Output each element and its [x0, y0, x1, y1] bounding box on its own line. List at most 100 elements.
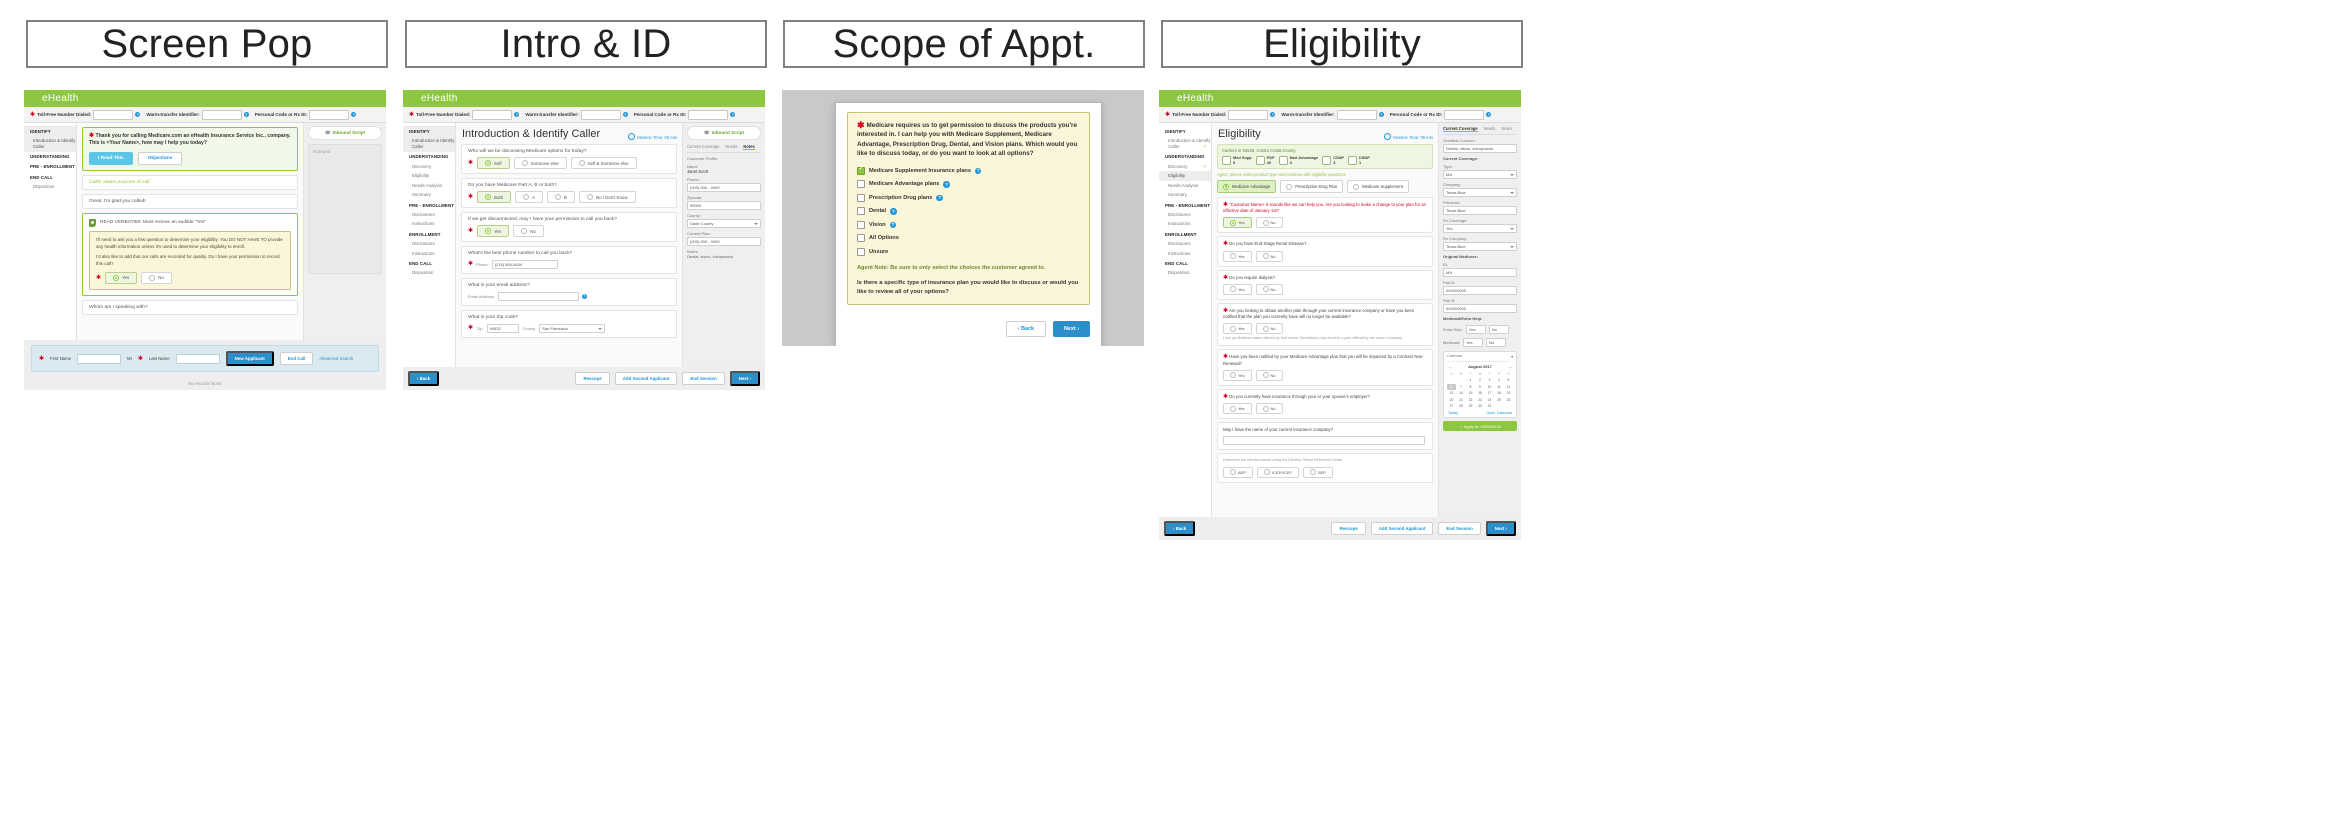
- q5-no[interactable]: No: [1255, 369, 1283, 381]
- help-icon[interactable]: ?: [943, 181, 950, 188]
- help-icon[interactable]: ?: [514, 112, 520, 117]
- part-a-input[interactable]: 00/00/0000: [1443, 286, 1517, 295]
- tab-notes[interactable]: Notes: [743, 144, 755, 150]
- type-select[interactable]: MA: [1443, 170, 1517, 179]
- cal-day[interactable]: 26: [1504, 397, 1513, 403]
- nav-item-disclosures-2[interactable]: Disclosures: [403, 239, 455, 249]
- county-select[interactable]: Dade County: [687, 219, 761, 228]
- cal-day[interactable]: 13: [1447, 390, 1456, 396]
- q1-no[interactable]: No: [1255, 217, 1283, 229]
- help-icon[interactable]: ?: [351, 112, 357, 117]
- extra-help-no[interactable]: No: [1488, 325, 1509, 334]
- cal-day[interactable]: 21: [1457, 397, 1466, 403]
- q4-yes[interactable]: Yes: [1223, 323, 1252, 335]
- nav-item-intro-identify[interactable]: Introduction & Identify Caller: [24, 136, 76, 152]
- nav-section-identify[interactable]: IDENTIFY: [1159, 126, 1211, 136]
- inbound-script-tab[interactable]: ☎ Inbound Script: [308, 126, 382, 140]
- checkbox-icon[interactable]: [857, 207, 865, 216]
- nav-item-instructions[interactable]: Instructions: [403, 220, 455, 230]
- cal-day[interactable]: 15: [1466, 390, 1475, 396]
- option-medicare-supplement[interactable]: Medicare Supplement Insurance plans ?: [857, 166, 1080, 175]
- nav-item-disposition[interactable]: Disposition: [24, 182, 76, 192]
- q3-yes[interactable]: Yes: [1223, 283, 1252, 295]
- nav-item-instructions-2[interactable]: Instructions: [1159, 249, 1211, 259]
- cal-day[interactable]: 1: [1466, 377, 1475, 383]
- cal-day[interactable]: 8: [1466, 384, 1475, 390]
- help-icon[interactable]: ?: [730, 112, 736, 117]
- cal-day[interactable]: 10: [1485, 384, 1494, 390]
- add-second-applicant-button[interactable]: Add Second Applicant: [614, 372, 678, 385]
- open-calendar-button[interactable]: Open Calendar: [1486, 411, 1512, 415]
- option-dental[interactable]: Dental ?: [857, 207, 1080, 216]
- greatest-concern-value[interactable]: Dental, vision, chiropractor: [1443, 144, 1517, 153]
- option-unsure[interactable]: Unsure: [857, 247, 1080, 256]
- q3-no[interactable]: No: [1255, 283, 1283, 295]
- toll-free-input[interactable]: [472, 109, 513, 120]
- nav-section-pre-enrollment[interactable]: PRE - ENROLLMENT: [403, 200, 455, 210]
- last-name-input[interactable]: [175, 353, 220, 364]
- disconnect-no[interactable]: No: [513, 225, 544, 237]
- checkbox-icon[interactable]: [857, 247, 865, 256]
- next-button[interactable]: Next ›: [729, 371, 760, 386]
- tab-current-coverage[interactable]: Current Coverage: [687, 144, 720, 150]
- nav-item-disposition[interactable]: Disposition: [1159, 269, 1211, 279]
- nav-section-pre-enrollment[interactable]: PRE - ENROLLMENT: [1159, 200, 1211, 210]
- warm-transfer-input[interactable]: [201, 109, 242, 120]
- q2-yes[interactable]: Yes: [1223, 250, 1252, 262]
- option-self-and-someone[interactable]: Self & Someone else: [570, 157, 637, 169]
- cal-day[interactable]: 27: [1447, 403, 1456, 409]
- end-session-button[interactable]: End Session: [682, 372, 725, 385]
- toll-free-input[interactable]: [1228, 109, 1269, 120]
- option-someone-else[interactable]: Someone else: [513, 157, 567, 169]
- rescope-button[interactable]: Rescope: [1331, 522, 1366, 535]
- option-medicare-advantage[interactable]: Medicare Advantage plans ?: [857, 180, 1080, 189]
- objections-button[interactable]: Objections: [137, 151, 183, 165]
- tab-current-coverage[interactable]: Current Coverage: [1443, 126, 1478, 132]
- help-icon[interactable]: ?: [936, 194, 943, 201]
- premium-input[interactable]: Texas Blue: [1443, 206, 1517, 215]
- cal-day[interactable]: 2: [1476, 377, 1485, 383]
- modal-back-button[interactable]: ‹ Back: [1005, 321, 1047, 338]
- personal-code-input[interactable]: [309, 109, 350, 120]
- nav-section-identify[interactable]: IDENTIFY: [403, 126, 455, 137]
- id-input[interactable]: MA: [1443, 268, 1517, 277]
- advanced-search-link[interactable]: Advanced Search: [319, 356, 353, 361]
- help-icon[interactable]: ?: [622, 112, 628, 117]
- nav-item-discovery[interactable]: Discovery: [403, 162, 455, 172]
- cal-day[interactable]: 31: [1485, 403, 1494, 409]
- chip-sep[interactable]: SEP: [1302, 466, 1333, 478]
- q6-yes[interactable]: Yes: [1223, 403, 1252, 415]
- help-icon[interactable]: ?: [1486, 112, 1492, 117]
- nav-item-disclosures[interactable]: Disclosures: [403, 210, 455, 220]
- nav-section-end-call[interactable]: END CALL: [403, 258, 455, 268]
- county-select[interactable]: San Francisco: [539, 324, 606, 333]
- cal-day[interactable]: 16: [1476, 390, 1485, 396]
- personal-code-input[interactable]: [1444, 109, 1485, 120]
- zip-input[interactable]: 94532: [486, 324, 519, 333]
- warm-transfer-input[interactable]: [1336, 109, 1377, 120]
- disconnect-yes[interactable]: SelfYes: [477, 225, 510, 237]
- nav-section-identify[interactable]: IDENTIFY: [24, 126, 76, 137]
- cal-day[interactable]: [1495, 403, 1504, 409]
- q4-no[interactable]: No: [1255, 323, 1283, 335]
- phone-input[interactable]: (000) 000 - 0000: [687, 183, 761, 192]
- tab-needs[interactable]: Needs: [1484, 126, 1496, 132]
- option-b[interactable]: B: [547, 191, 575, 203]
- checkbox-icon[interactable]: [857, 180, 865, 189]
- rx-company-select[interactable]: Texas Blue: [1443, 242, 1517, 251]
- cal-day[interactable]: 7: [1457, 384, 1466, 390]
- nav-item-eligibility[interactable]: Eligibility: [403, 171, 455, 181]
- q1-yes[interactable]: Yes: [1223, 217, 1252, 229]
- nav-item-instructions[interactable]: Instructions: [1159, 220, 1211, 230]
- cal-day[interactable]: 22: [1466, 397, 1475, 403]
- medicaid-yes[interactable]: Yes: [1463, 338, 1484, 347]
- cal-day[interactable]: [1457, 377, 1466, 383]
- end-session-button[interactable]: End Session: [1438, 522, 1481, 535]
- email-input[interactable]: [497, 292, 579, 301]
- phone-input[interactable]: (215) 555-5434: [491, 260, 558, 269]
- cal-day[interactable]: 29: [1466, 403, 1475, 409]
- warm-transfer-input[interactable]: [580, 109, 621, 120]
- help-icon[interactable]: ?: [1378, 112, 1384, 117]
- cal-day[interactable]: 11: [1495, 384, 1504, 390]
- new-applicant-button[interactable]: New Applicant: [225, 351, 274, 366]
